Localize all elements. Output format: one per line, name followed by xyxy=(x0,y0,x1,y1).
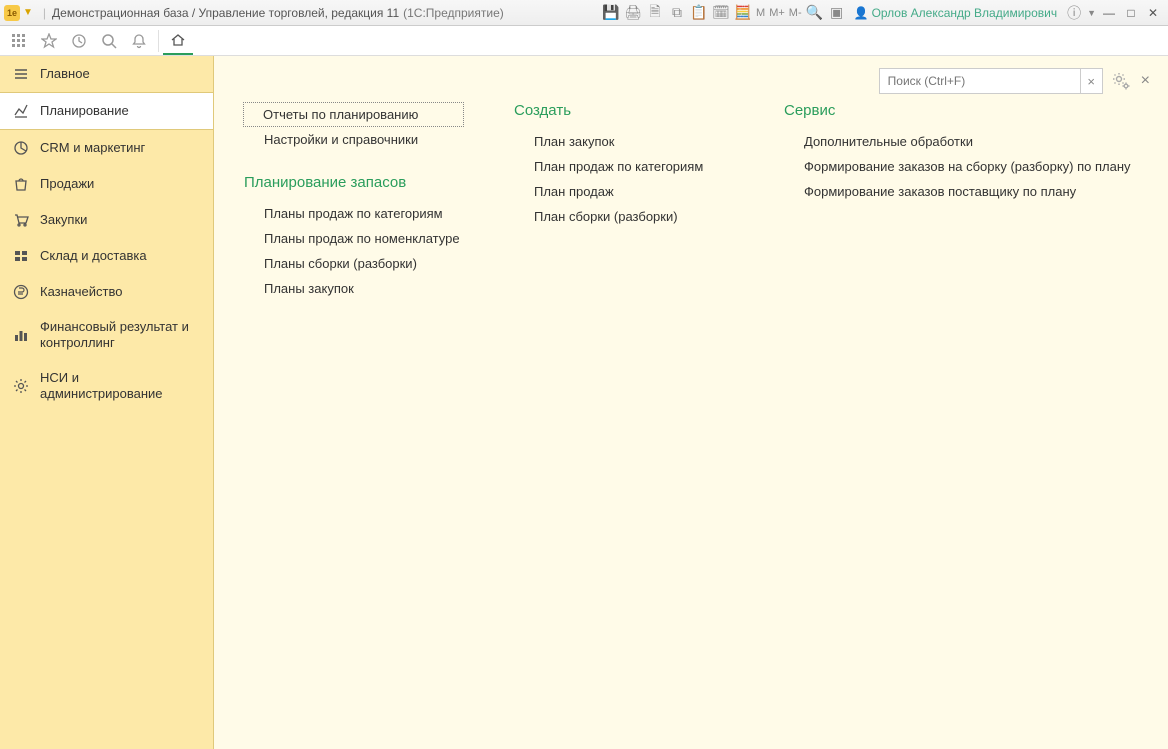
window-maximize-button[interactable]: □ xyxy=(1120,4,1142,22)
column-service: Сервис Дополнительные обработки Формиров… xyxy=(784,102,1131,301)
planning-icon xyxy=(12,102,30,120)
link-create-purchase-plan[interactable]: План закупок xyxy=(514,129,734,154)
calendar-icon[interactable]: 🗓 xyxy=(711,3,731,23)
sidebar-item-label: Финансовый результат и контроллинг xyxy=(40,319,201,352)
content-header: × × xyxy=(879,68,1152,94)
compare-icon[interactable]: ⧉ xyxy=(667,3,687,23)
favorites-icon[interactable] xyxy=(34,27,64,55)
sidebar-item-purchases[interactable]: Закупки xyxy=(0,202,213,238)
memory-m-button[interactable]: M xyxy=(754,7,767,19)
apps-icon[interactable] xyxy=(4,27,34,55)
link-reports-planning[interactable]: Отчеты по планированию xyxy=(243,102,464,127)
window-title-suffix: (1С:Предприятие) xyxy=(403,6,504,20)
sidebar-item-warehouse[interactable]: Склад и доставка xyxy=(0,238,213,274)
panel-icon[interactable]: ▣ xyxy=(827,3,847,23)
sidebar-item-label: Склад и доставка xyxy=(40,248,201,264)
link-create-assembly-plan[interactable]: План сборки (разборки) xyxy=(514,204,734,229)
link-sales-plans-nomenclature[interactable]: Планы продаж по номенклатуре xyxy=(244,226,464,251)
app-dropdown-icon[interactable]: ▼ xyxy=(23,7,33,18)
history-icon[interactable] xyxy=(64,27,94,55)
bag-icon xyxy=(12,175,30,193)
link-purchase-plans[interactable]: Планы закупок xyxy=(244,276,464,301)
panel-close-button[interactable]: × xyxy=(1139,72,1152,90)
toolbar-divider xyxy=(158,30,159,52)
sidebar-item-label: Закупки xyxy=(40,212,201,228)
section-title-inventory-planning: Планирование запасов xyxy=(244,174,464,191)
link-sales-plans-categories[interactable]: Планы продаж по категориям xyxy=(244,201,464,226)
sidebar-item-label: Планирование xyxy=(40,103,201,119)
bars-icon xyxy=(12,326,30,344)
column-create: Создать План закупок План продаж по кате… xyxy=(514,102,734,301)
section-columns: Отчеты по планированию Настройки и справ… xyxy=(214,74,1168,301)
link-create-sales-plan-categories[interactable]: План продаж по категориям xyxy=(514,154,734,179)
sidebar-item-label: Казначейство xyxy=(40,284,201,300)
ruble-icon xyxy=(12,283,30,301)
link-form-supplier-orders[interactable]: Формирование заказов поставщику по плану xyxy=(784,179,1131,204)
cart-icon xyxy=(12,211,30,229)
section-title-create: Создать xyxy=(514,102,734,119)
window-close-button[interactable]: ✕ xyxy=(1142,4,1164,22)
titlebar: 1e ▼ | Демонстрационная база / Управлени… xyxy=(0,0,1168,26)
sidebar: Главное Планирование CRM и маркетинг Про… xyxy=(0,56,214,749)
sidebar-item-label: CRM и маркетинг xyxy=(40,140,201,156)
sidebar-item-main[interactable]: Главное xyxy=(0,56,213,92)
search-box: × xyxy=(879,68,1103,94)
user-name: Орлов Александр Владимирович xyxy=(872,6,1058,20)
sidebar-item-admin[interactable]: НСИ и администрирование xyxy=(0,361,213,412)
sidebar-item-label: Продажи xyxy=(40,176,201,192)
calculator-icon[interactable]: 🧮 xyxy=(733,3,753,23)
search-icon[interactable] xyxy=(94,27,124,55)
section-title-service: Сервис xyxy=(784,102,1131,119)
warehouse-icon xyxy=(12,247,30,265)
layout: Главное Планирование CRM и маркетинг Про… xyxy=(0,56,1168,749)
current-user[interactable]: 👤 Орлов Александр Владимирович xyxy=(854,6,1057,20)
link-form-assembly-orders[interactable]: Формирование заказов на сборку (разборку… xyxy=(784,154,1131,179)
notifications-icon[interactable] xyxy=(124,27,154,55)
menu-icon xyxy=(12,65,30,83)
search-input[interactable] xyxy=(880,74,1080,88)
separator: | xyxy=(43,6,46,20)
sidebar-item-crm[interactable]: CRM и маркетинг xyxy=(0,130,213,166)
preview-icon[interactable]: 🗎 xyxy=(645,3,665,23)
print-icon[interactable]: 🖨 xyxy=(623,3,643,23)
user-icon: 👤 xyxy=(854,6,869,20)
copy-icon[interactable]: 📋 xyxy=(689,3,709,23)
sidebar-item-planning[interactable]: Планирование xyxy=(0,92,213,130)
content-panel: × × Отчеты по планированию Настройки и с… xyxy=(214,56,1168,749)
sidebar-item-finance[interactable]: Финансовый результат и контроллинг xyxy=(0,310,213,361)
search-clear-button[interactable]: × xyxy=(1080,69,1102,93)
link-assembly-plans[interactable]: Планы сборки (разборки) xyxy=(244,251,464,276)
memory-mplus-button[interactable]: M+ xyxy=(767,7,787,19)
sidebar-item-sales[interactable]: Продажи xyxy=(0,166,213,202)
memory-mminus-button[interactable]: M- xyxy=(787,7,804,19)
window-title: Демонстрационная база / Управление торго… xyxy=(52,6,399,20)
main-toolbar xyxy=(0,26,1168,56)
link-settings-references[interactable]: Настройки и справочники xyxy=(244,127,464,152)
sidebar-item-label: Главное xyxy=(40,66,201,82)
sidebar-item-label: НСИ и администрирование xyxy=(40,370,201,403)
zoom-icon[interactable]: 🔍 xyxy=(805,3,825,23)
info-dropdown-icon[interactable]: ▼ xyxy=(1085,8,1098,18)
gear-icon xyxy=(12,377,30,395)
settings-icon[interactable] xyxy=(1111,71,1131,91)
window-minimize-button[interactable]: — xyxy=(1098,4,1120,22)
sidebar-item-treasury[interactable]: Казначейство xyxy=(0,274,213,310)
home-tab-icon[interactable] xyxy=(163,27,193,55)
link-create-sales-plan[interactable]: План продаж xyxy=(514,179,734,204)
column-general: Отчеты по планированию Настройки и справ… xyxy=(244,102,464,301)
info-icon[interactable]: ⓘ xyxy=(1064,3,1084,23)
save-icon[interactable]: 💾 xyxy=(601,3,621,23)
pie-icon xyxy=(12,139,30,157)
app-logo-icon: 1e xyxy=(4,5,20,21)
link-additional-processing[interactable]: Дополнительные обработки xyxy=(784,129,1131,154)
